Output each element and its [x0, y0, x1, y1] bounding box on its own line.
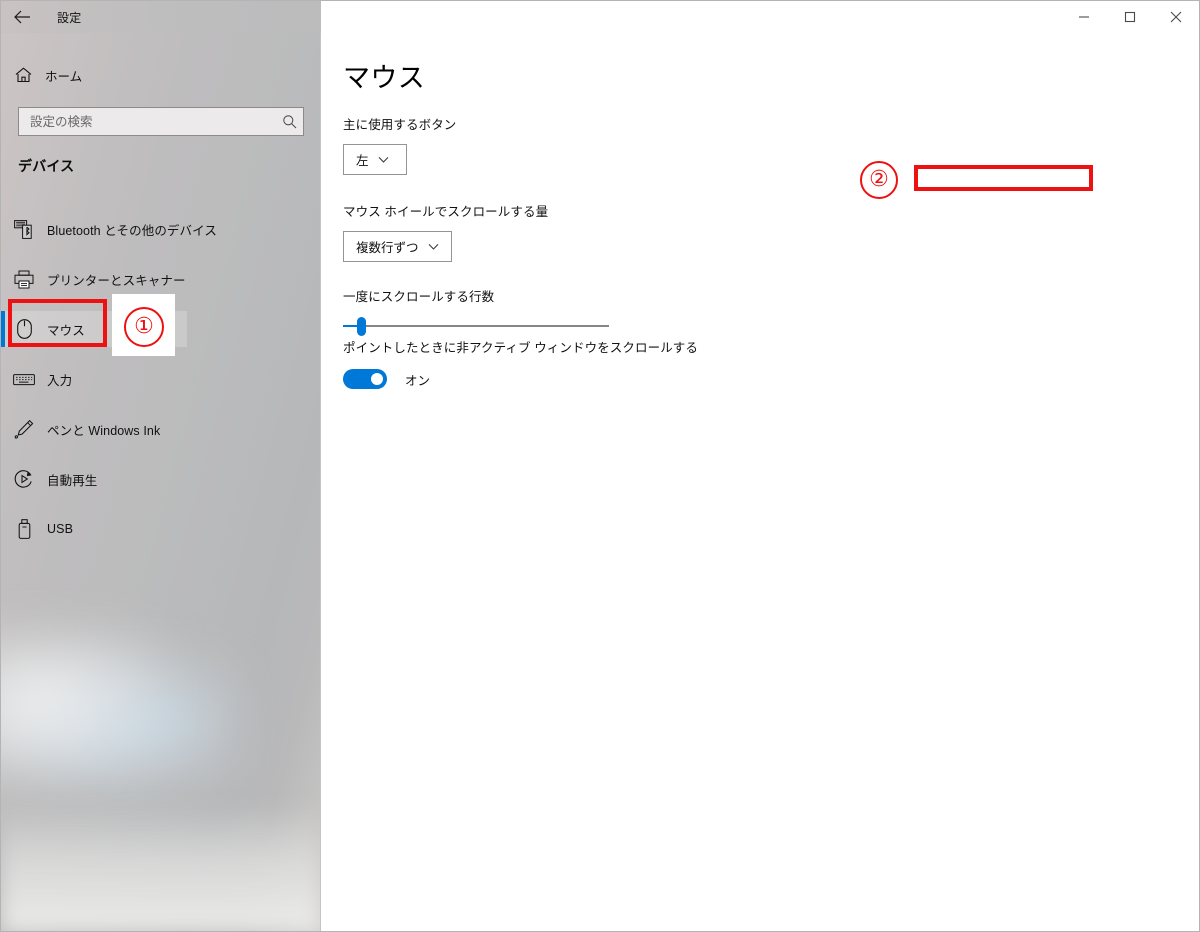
- sidebar-nav-list: Bluetooth とその他のデバイス プリンターとスキャナー マウス 入力 ペ…: [1, 204, 309, 554]
- primary-button-label: 主に使用するボタン: [343, 118, 457, 132]
- sidebar-item-label: 入力: [47, 373, 73, 388]
- usb-icon: [1, 519, 47, 539]
- mouse-icon: [1, 319, 47, 339]
- sidebar-item-bluetooth[interactable]: Bluetooth とその他のデバイス: [1, 204, 309, 254]
- sidebar-item-autoplay[interactable]: 自動再生: [1, 454, 309, 504]
- search-box[interactable]: [18, 107, 304, 136]
- sidebar-item-usb[interactable]: USB: [1, 504, 309, 554]
- maximize-button[interactable]: [1107, 1, 1153, 33]
- page-title: マウス: [343, 63, 426, 93]
- inactive-scroll-state: オン: [405, 373, 431, 388]
- wheel-scroll-value: 複数行ずつ: [356, 241, 419, 255]
- settings-window: 設定 ホーム 設定の検索 デバイス Bluetooth とその他のデバイス プリ…: [0, 0, 1200, 932]
- sidebar-section-title: デバイス: [18, 158, 75, 174]
- sidebar-item-label: マウス: [47, 323, 85, 338]
- autoplay-icon: [1, 469, 47, 489]
- wheel-scroll-dropdown[interactable]: 複数行ずつ: [343, 231, 452, 262]
- primary-button-field: 主に使用するボタン 左: [343, 114, 456, 175]
- primary-button-dropdown[interactable]: 左: [343, 144, 407, 175]
- sidebar-item-printers[interactable]: プリンターとスキャナー: [1, 254, 309, 304]
- home-label: ホーム: [45, 69, 83, 84]
- back-button[interactable]: [1, 1, 43, 33]
- sidebar-item-label: 自動再生: [47, 473, 98, 488]
- search-input[interactable]: [19, 114, 275, 129]
- sidebar-item-pen[interactable]: ペンと Windows Ink: [1, 404, 309, 454]
- inactive-scroll-label: ポイントしたときに非アクティブ ウィンドウをスクロールする: [343, 341, 698, 355]
- minimize-button[interactable]: [1061, 1, 1107, 33]
- inactive-scroll-field: ポイントしたときに非アクティブ ウィンドウをスクロールする オン: [343, 337, 698, 389]
- window-title: 設定: [57, 10, 82, 25]
- sidebar-item-mouse[interactable]: マウス: [1, 304, 309, 354]
- main-content: マウス 主に使用するボタン 左 マウス ホイールでスクロールする量 複数行ずつ: [322, 34, 1198, 930]
- home-icon: [1, 67, 45, 83]
- bluetooth-devices-icon: [1, 219, 47, 239]
- toggle-knob: [371, 373, 383, 385]
- wheel-scroll-label: マウス ホイールでスクロールする量: [343, 205, 549, 219]
- title-bar-left: 設定: [1, 1, 321, 33]
- sidebar-item-label: Bluetooth とその他のデバイス: [47, 223, 217, 238]
- close-button[interactable]: [1153, 1, 1199, 33]
- sidebar-item-label: ペンと Windows Ink: [47, 423, 161, 438]
- window-controls: [1061, 1, 1199, 33]
- keyboard-icon: [1, 372, 47, 387]
- slider-thumb[interactable]: [357, 317, 366, 336]
- chevron-down-icon: [419, 243, 449, 251]
- sidebar: ホーム デバイス: [1, 1, 321, 931]
- chevron-down-icon: [369, 156, 399, 164]
- pen-icon: [1, 419, 47, 439]
- title-bar: 設定: [1, 1, 1199, 33]
- primary-button-value: 左: [356, 154, 369, 168]
- scroll-lines-slider[interactable]: [343, 312, 609, 340]
- search-icon: [275, 114, 303, 129]
- sidebar-item-label: プリンターとスキャナー: [47, 273, 186, 288]
- slider-track: [362, 325, 609, 327]
- wheel-scroll-field: マウス ホイールでスクロールする量 複数行ずつ: [343, 201, 548, 262]
- sidebar-item-label: USB: [47, 522, 74, 536]
- scroll-lines-field: 一度にスクロールする行数: [343, 286, 609, 340]
- sidebar-item-typing[interactable]: 入力: [1, 354, 309, 404]
- printer-icon: [1, 270, 47, 289]
- scroll-lines-label: 一度にスクロールする行数: [343, 290, 495, 304]
- sidebar-item-home[interactable]: ホーム: [1, 59, 301, 91]
- inactive-scroll-toggle[interactable]: [343, 369, 387, 389]
